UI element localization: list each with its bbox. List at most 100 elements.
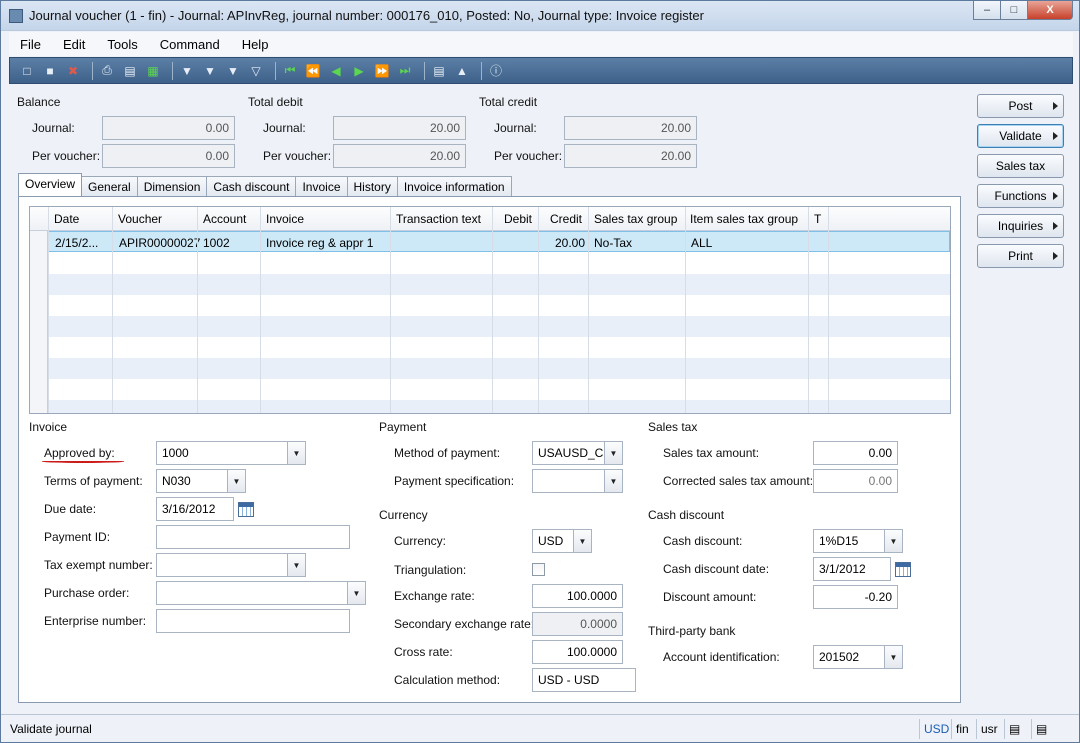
sales-tax-amount-field[interactable]: 0.00 bbox=[813, 441, 898, 465]
menu-command[interactable]: Command bbox=[149, 37, 231, 52]
payment-id-field[interactable] bbox=[156, 525, 350, 549]
inquiries-button[interactable]: Inquiries bbox=[977, 214, 1064, 238]
menu-tools[interactable]: Tools bbox=[96, 37, 148, 52]
account-identification-field[interactable]: 201502 ▼ bbox=[813, 645, 903, 669]
currency-field[interactable]: USD ▼ bbox=[532, 529, 592, 553]
menu-file[interactable]: File bbox=[9, 37, 52, 52]
triangulation-checkbox[interactable] bbox=[532, 563, 545, 576]
corrected-sales-tax-amount-field[interactable]: 0.00 bbox=[813, 469, 898, 493]
col-header-transaction-text[interactable]: Transaction text bbox=[396, 212, 481, 226]
purchase-order-field[interactable]: ▼ bbox=[156, 581, 366, 605]
next-record-icon[interactable]: ▶ bbox=[350, 62, 368, 80]
due-date-field[interactable]: 3/16/2012 bbox=[156, 497, 234, 521]
cell-date[interactable]: 2/15/2... bbox=[55, 236, 98, 250]
post-button[interactable]: Post bbox=[977, 94, 1064, 118]
terms-of-payment-field[interactable]: N030 ▼ bbox=[156, 469, 246, 493]
database-icon[interactable]: ▤ bbox=[1031, 719, 1055, 739]
first-record-icon[interactable]: ⏮ bbox=[281, 62, 299, 80]
maximize-button[interactable]: □ bbox=[1000, 1, 1028, 20]
dropdown-arrow-icon[interactable]: ▼ bbox=[287, 442, 305, 464]
col-header-t[interactable]: T bbox=[814, 212, 821, 226]
cross-rate-field[interactable]: 100.0000 bbox=[532, 640, 623, 664]
tab-invoice-information[interactable]: Invoice information bbox=[396, 176, 512, 196]
validate-button[interactable]: Validate bbox=[977, 124, 1064, 148]
dropdown-arrow-icon[interactable]: ▼ bbox=[347, 582, 365, 604]
dropdown-arrow-icon[interactable]: ▼ bbox=[884, 646, 902, 668]
remove-filter-icon[interactable]: ▽ bbox=[247, 62, 265, 80]
filter-by-selection-icon[interactable]: ▼ bbox=[201, 62, 219, 80]
alert-icon[interactable]: ▲ bbox=[453, 62, 471, 80]
dropdown-arrow-icon[interactable]: ▼ bbox=[287, 554, 305, 576]
discount-amount-field[interactable]: -0.20 bbox=[813, 585, 898, 609]
col-header-item-sales-tax-group[interactable]: Item sales tax group bbox=[690, 212, 798, 226]
enterprise-number-field[interactable] bbox=[156, 609, 350, 633]
approved-by-field[interactable]: 1000 ▼ bbox=[156, 441, 306, 465]
table-row[interactable] bbox=[30, 379, 950, 400]
table-row[interactable] bbox=[30, 274, 950, 295]
functions-button[interactable]: Functions bbox=[977, 184, 1064, 208]
previous-record-icon[interactable]: ◀ bbox=[327, 62, 345, 80]
col-header-debit[interactable]: Debit bbox=[504, 212, 532, 226]
tab-general[interactable]: General bbox=[81, 176, 138, 196]
previous-page-icon[interactable]: ⏪ bbox=[304, 62, 322, 80]
col-header-sales-tax-group[interactable]: Sales tax group bbox=[594, 212, 677, 226]
dropdown-arrow-icon[interactable]: ▼ bbox=[227, 470, 245, 492]
table-row[interactable] bbox=[30, 253, 950, 274]
tab-invoice[interactable]: Invoice bbox=[295, 176, 348, 196]
delete-icon[interactable]: ✖ bbox=[64, 62, 82, 80]
status-currency[interactable]: USD bbox=[919, 719, 953, 739]
filter-icon[interactable]: ▼ bbox=[178, 62, 196, 80]
document-handling-icon[interactable]: ▤ bbox=[430, 62, 448, 80]
table-row[interactable] bbox=[30, 358, 950, 379]
calendar-icon[interactable] bbox=[238, 502, 254, 517]
tax-exempt-number-field[interactable]: ▼ bbox=[156, 553, 306, 577]
cell-item-sales-tax-group[interactable]: ALL bbox=[691, 236, 712, 250]
cell-credit[interactable]: 20.00 bbox=[555, 236, 585, 250]
cash-discount-date-field[interactable]: 3/1/2012 bbox=[813, 557, 891, 581]
next-page-icon[interactable]: ⏩ bbox=[373, 62, 391, 80]
print-button[interactable]: Print bbox=[977, 244, 1064, 268]
tab-cash-discount[interactable]: Cash discount bbox=[206, 176, 297, 196]
menu-edit[interactable]: Edit bbox=[52, 37, 96, 52]
save-icon[interactable]: ■ bbox=[41, 62, 59, 80]
export-excel-icon[interactable]: ▦ bbox=[144, 62, 162, 80]
print-icon[interactable]: ⎙ bbox=[98, 62, 116, 80]
calendar-icon[interactable] bbox=[895, 562, 911, 577]
help-icon[interactable]: ⓘ bbox=[487, 62, 505, 80]
exchange-rate-field[interactable]: 100.0000 bbox=[532, 584, 623, 608]
method-of-payment-field[interactable]: USAUSD_CH ▼ bbox=[532, 441, 623, 465]
last-record-icon[interactable]: ⏭ bbox=[396, 62, 414, 80]
cash-discount-field[interactable]: 1%D15 ▼ bbox=[813, 529, 903, 553]
minimize-button[interactable]: – bbox=[973, 1, 1001, 20]
row-selector-column[interactable] bbox=[30, 231, 48, 413]
col-header-credit[interactable]: Credit bbox=[550, 212, 582, 226]
sales-tax-button[interactable]: Sales tax bbox=[977, 154, 1064, 178]
table-row[interactable] bbox=[30, 337, 950, 358]
new-icon[interactable]: □ bbox=[18, 62, 36, 80]
advanced-filter-icon[interactable]: ▼ bbox=[224, 62, 242, 80]
cell-account[interactable]: 1002 bbox=[203, 236, 230, 250]
cell-voucher[interactable]: APIR00000027 bbox=[119, 236, 200, 250]
col-header-invoice[interactable]: Invoice bbox=[266, 212, 304, 226]
col-header-date[interactable]: Date bbox=[54, 212, 79, 226]
table-row[interactable] bbox=[30, 316, 950, 337]
close-button[interactable]: X bbox=[1027, 1, 1073, 20]
tab-overview[interactable]: Overview bbox=[18, 173, 83, 196]
table-row[interactable] bbox=[30, 400, 950, 413]
table-row[interactable] bbox=[30, 295, 950, 316]
tab-history[interactable]: History bbox=[346, 176, 398, 196]
menu-help[interactable]: Help bbox=[231, 37, 280, 52]
dropdown-arrow-icon[interactable]: ▼ bbox=[604, 470, 622, 492]
cell-sales-tax-group[interactable]: No-Tax bbox=[594, 236, 632, 250]
cell-invoice[interactable]: Invoice reg & appr 1 bbox=[266, 236, 373, 250]
col-header-account[interactable]: Account bbox=[203, 212, 246, 226]
dropdown-arrow-icon[interactable]: ▼ bbox=[884, 530, 902, 552]
payment-specification-field[interactable]: ▼ bbox=[532, 469, 623, 493]
session-icon[interactable]: ▤ bbox=[1004, 719, 1028, 739]
dropdown-arrow-icon[interactable]: ▼ bbox=[573, 530, 591, 552]
status-layer[interactable]: usr bbox=[976, 719, 1002, 739]
tab-dimension[interactable]: Dimension bbox=[136, 176, 208, 196]
table-row[interactable]: 2/15/2... APIR00000027 1002 Invoice reg … bbox=[30, 231, 950, 252]
dropdown-arrow-icon[interactable]: ▼ bbox=[604, 442, 622, 464]
status-company[interactable]: fin bbox=[951, 719, 973, 739]
